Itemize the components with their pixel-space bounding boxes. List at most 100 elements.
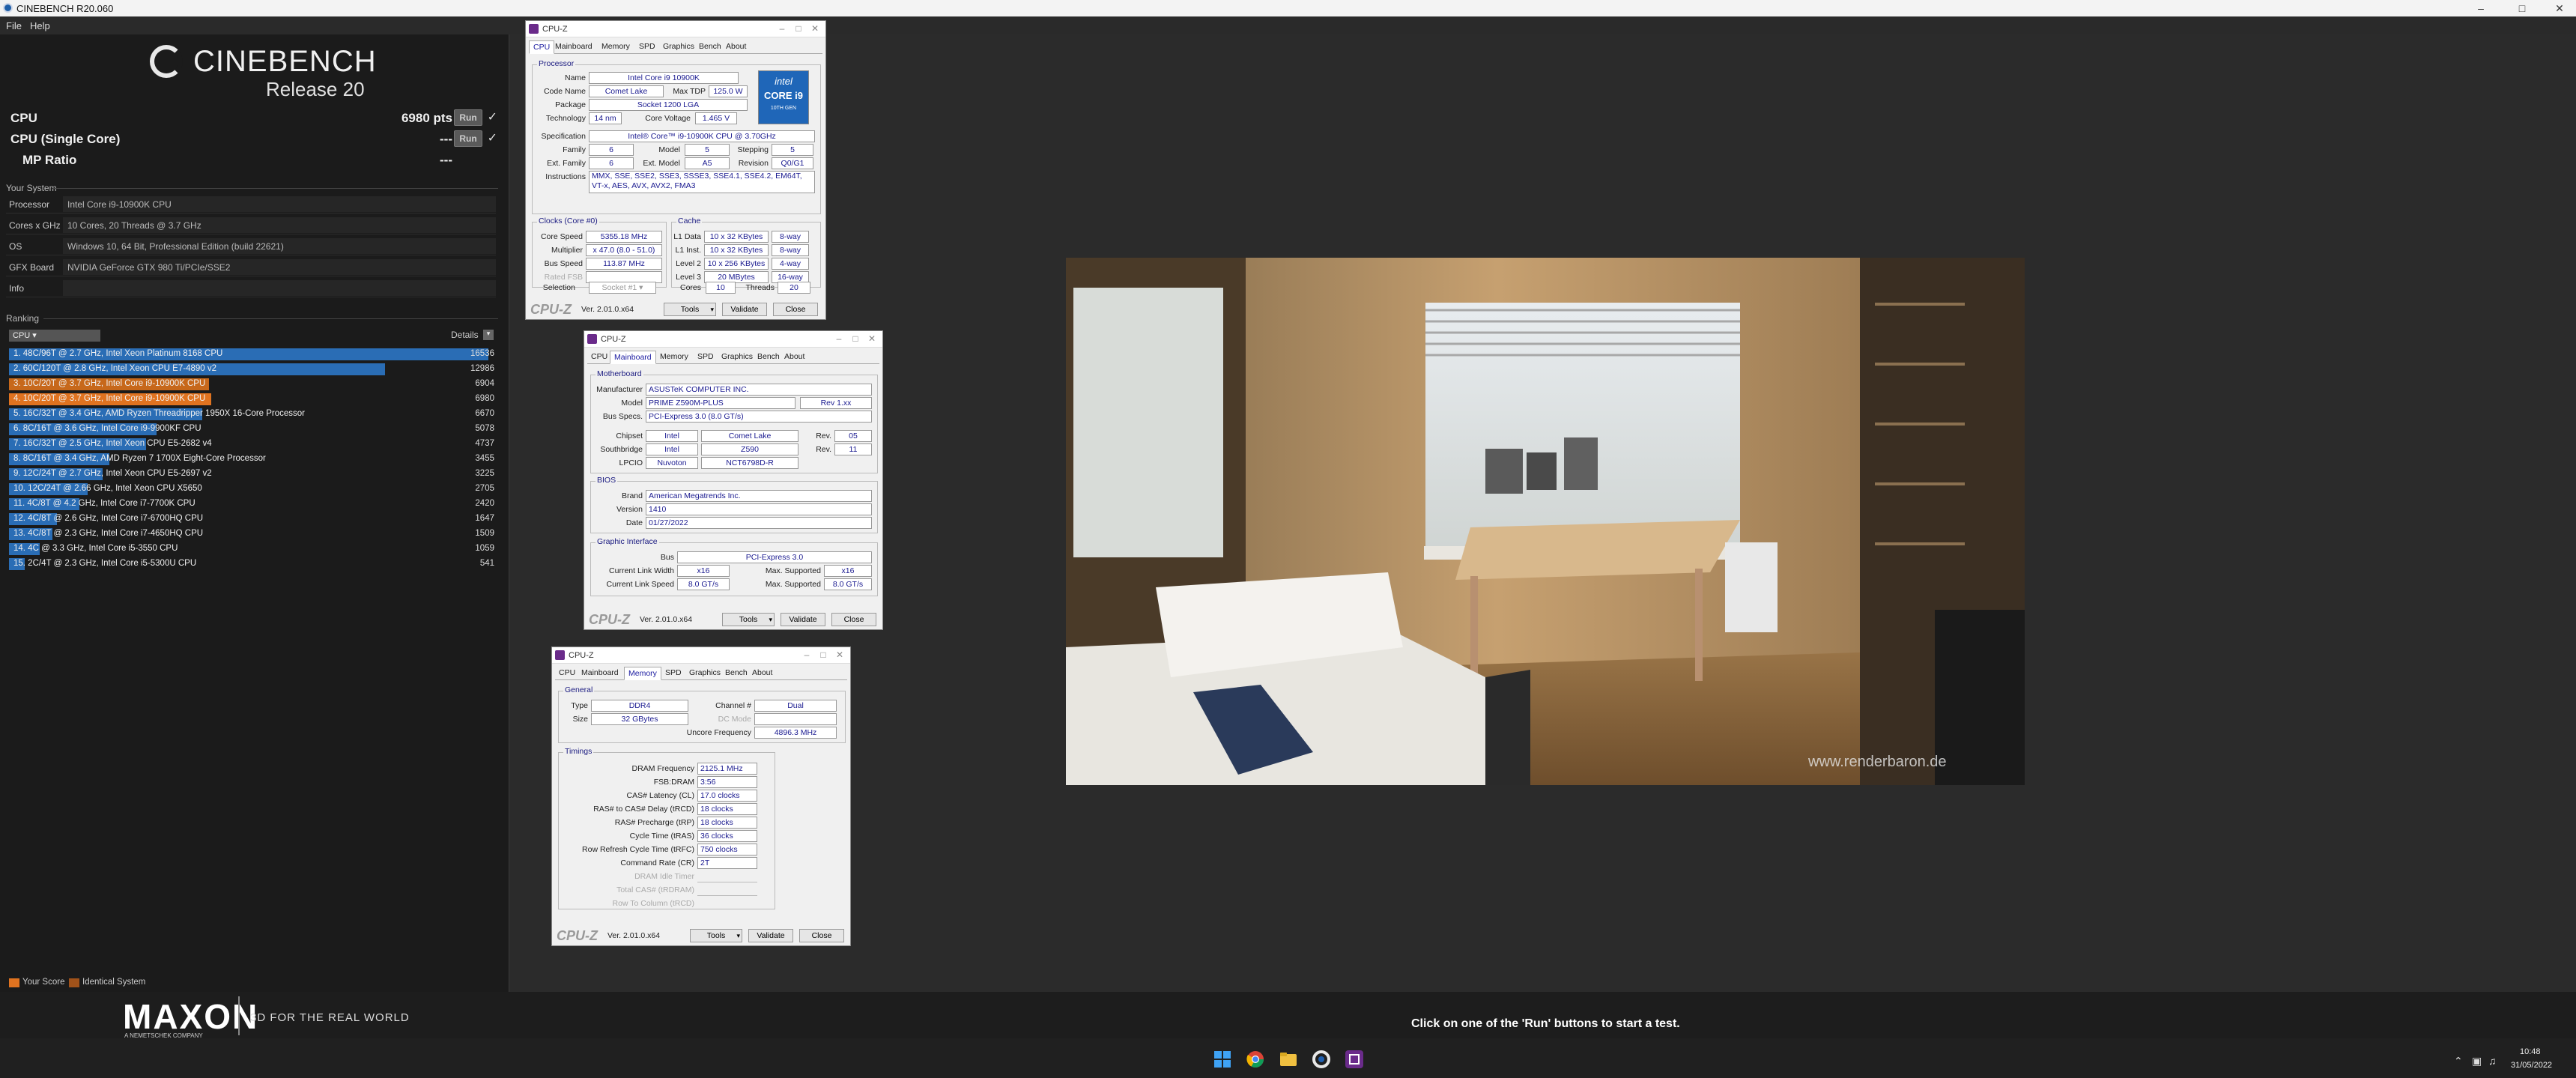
tab-memory[interactable]: Memory <box>624 667 661 680</box>
cinebench-taskbar-icon[interactable] <box>1312 1050 1330 1068</box>
details-label[interactable]: Details <box>451 330 479 340</box>
tab-about[interactable]: About <box>748 667 776 680</box>
menu-help[interactable]: Help <box>30 20 50 31</box>
close-icon[interactable]: ✕ <box>864 333 879 344</box>
maximize-icon[interactable]: □ <box>848 333 863 344</box>
tab-graphics[interactable]: Graphics <box>685 667 724 680</box>
bios-date-field: 01/27/2022 <box>646 517 872 529</box>
tab-about[interactable]: About <box>722 40 750 54</box>
tab-graphics[interactable]: Graphics <box>718 351 757 364</box>
close-icon[interactable]: ✕ <box>2543 0 2576 16</box>
ranking-row[interactable]: 15. 2C/4T @ 2.3 GHz, Intel Core i5-5300U… <box>9 557 497 571</box>
label-package: Package <box>555 100 586 109</box>
cpuz-taskbar-icon[interactable] <box>1345 1050 1363 1068</box>
label-multiplier: Multiplier <box>551 246 583 255</box>
level-2-way-field: 4-way <box>772 258 809 270</box>
stepping-field: 5 <box>772 144 813 156</box>
ranking-row[interactable]: 13. 4C/8T @ 2.3 GHz, Intel Core i7-4650H… <box>9 527 497 541</box>
tab-mainboard[interactable]: Mainboard <box>578 667 622 680</box>
file-explorer-icon[interactable] <box>1279 1050 1297 1068</box>
tab-cpu[interactable]: CPU <box>587 351 611 364</box>
ranking-row[interactable]: 9. 12C/24T @ 2.7 GHz, Intel Xeon CPU E5-… <box>9 467 497 481</box>
run-cpu-button[interactable]: Run <box>454 109 482 126</box>
network-icon[interactable]: ▣ <box>2472 1055 2482 1068</box>
chrome-icon[interactable] <box>1246 1050 1264 1068</box>
instructions-field: MMX, SSE, SSE2, SSE3, SSSE3, SSE4.1, SSE… <box>589 171 815 193</box>
tab-memory[interactable]: Memory <box>598 40 634 54</box>
legend-identical-swatch <box>69 978 79 987</box>
ranking-row[interactable]: 11. 4C/8T @ 4.2 GHz, Intel Core i7-7700K… <box>9 497 497 511</box>
ranking-row[interactable]: 14. 4C @ 3.3 GHz, Intel Core i5-3550 CPU… <box>9 542 497 556</box>
menu-file[interactable]: File <box>6 20 22 31</box>
chevron-up-icon[interactable]: ⌃ <box>2454 1055 2463 1068</box>
maximize-icon[interactable]: □ <box>816 649 831 660</box>
ranking-row[interactable]: 12. 4C/8T @ 2.6 GHz, Intel Core i7-6700H… <box>9 512 497 526</box>
ranking-row[interactable]: 1. 48C/96T @ 2.7 GHz, Intel Xeon Platinu… <box>9 348 497 361</box>
tools-button[interactable]: Tools ▾ <box>722 613 775 626</box>
cpuz-titlebar[interactable]: CPU-Z – □ ✕ <box>526 21 825 37</box>
tab-cpu[interactable]: CPU <box>555 667 579 680</box>
label-code-name: Code Name <box>543 87 586 96</box>
clock-time[interactable]: 10:48 <box>2520 1047 2541 1056</box>
cpuz-titlebar[interactable]: CPU-Z – □ ✕ <box>552 647 850 664</box>
tab-spd[interactable]: SPD <box>694 351 718 364</box>
volume-icon[interactable]: ♫ <box>2488 1055 2497 1067</box>
tab-mainboard[interactable]: Mainboard <box>551 40 596 54</box>
ranking-row[interactable]: 8. 8C/16T @ 3.4 GHz, AMD Ryzen 7 1700X E… <box>9 452 497 466</box>
details-dropdown-icon[interactable]: ▾ <box>483 330 494 340</box>
close-button[interactable]: Close <box>799 929 844 942</box>
tab-bench[interactable]: Bench <box>754 351 784 364</box>
tools-button[interactable]: Tools ▾ <box>690 929 742 942</box>
start-icon[interactable] <box>1213 1050 1231 1068</box>
close-icon[interactable]: ✕ <box>832 649 847 660</box>
window-titlebar[interactable]: CINEBENCH R20.060 – □ ✕ <box>0 0 2576 16</box>
label-stepping: Stepping <box>737 145 769 154</box>
cpuz-titlebar[interactable]: CPU-Z – □ ✕ <box>584 331 882 348</box>
ranking-label: 8. 8C/16T @ 3.4 GHz, AMD Ryzen 7 1700X E… <box>13 454 266 463</box>
cpuz-footer: CPU-Z Ver. 2.01.0.x64 Tools ▾ Validate Close <box>552 926 850 945</box>
close-button[interactable]: Close <box>773 303 818 316</box>
ranking-label: 3. 10C/20T @ 3.7 GHz, Intel Core i9-1090… <box>13 379 206 388</box>
ranking-score: 2420 <box>475 499 494 508</box>
run-single-button[interactable]: Run <box>454 130 482 147</box>
validate-button[interactable]: Validate <box>748 929 793 942</box>
minimize-icon[interactable]: – <box>831 333 846 344</box>
ranking-row[interactable]: 10. 12C/24T @ 2.66 GHz, Intel Xeon CPU X… <box>9 482 497 496</box>
minimize-icon[interactable]: – <box>775 23 790 34</box>
close-icon[interactable]: ✕ <box>807 23 822 34</box>
cinebench-app-icon <box>3 3 13 13</box>
tab-memory[interactable]: Memory <box>656 351 692 364</box>
validate-button[interactable]: Validate <box>722 303 767 316</box>
clock-date[interactable]: 31/05/2022 <box>2511 1061 2552 1070</box>
tab-mainboard[interactable]: Mainboard <box>610 351 656 364</box>
ranking-row[interactable]: 3. 10C/20T @ 3.7 GHz, Intel Core i9-1090… <box>9 378 497 391</box>
tab-about[interactable]: About <box>781 351 808 364</box>
tools-button[interactable]: Tools ▾ <box>664 303 716 316</box>
ranking-row[interactable]: 6. 8C/16T @ 3.6 GHz, Intel Core i9-9900K… <box>9 423 497 436</box>
tab-spd[interactable]: SPD <box>635 40 659 54</box>
ranking-row[interactable]: 2. 60C/120T @ 2.8 GHz, Intel Xeon CPU E7… <box>9 363 497 376</box>
ranking-label: 2. 60C/120T @ 2.8 GHz, Intel Xeon CPU E7… <box>13 364 216 373</box>
ranking-row[interactable]: 7. 16C/32T @ 2.5 GHz, Intel Xeon CPU E5-… <box>9 437 497 451</box>
tab-spd[interactable]: SPD <box>661 667 685 680</box>
tab-graphics[interactable]: Graphics <box>659 40 698 54</box>
cpu-name-field: Intel Core i9 10900K <box>589 72 739 84</box>
ranking-select[interactable]: CPU ▾ <box>9 330 100 342</box>
dc-mode-field <box>754 713 837 725</box>
minimize-icon[interactable]: – <box>2464 0 2497 16</box>
selection-dropdown[interactable]: Socket #1 ▾ <box>589 282 656 294</box>
bench-cpu-label: CPU <box>10 111 37 125</box>
maximize-icon[interactable]: □ <box>2506 0 2539 16</box>
close-button[interactable]: Close <box>831 613 876 626</box>
label-l1-data: L1 Data <box>673 232 701 241</box>
threads-field: 20 <box>778 282 810 294</box>
ranking-row[interactable]: 4. 10C/20T @ 3.7 GHz, Intel Core i9-1090… <box>9 393 497 406</box>
tab-bench[interactable]: Bench <box>695 40 725 54</box>
maximize-icon[interactable]: □ <box>791 23 806 34</box>
tab-bench[interactable]: Bench <box>721 667 751 680</box>
ranking-row[interactable]: 5. 16C/32T @ 3.4 GHz, AMD Ryzen Threadri… <box>9 408 497 421</box>
validate-button[interactable]: Validate <box>781 613 825 626</box>
level-2-field: 10 x 256 KBytes <box>704 258 769 270</box>
timing-label: DRAM Idle Timer <box>634 872 694 881</box>
minimize-icon[interactable]: – <box>799 649 814 660</box>
